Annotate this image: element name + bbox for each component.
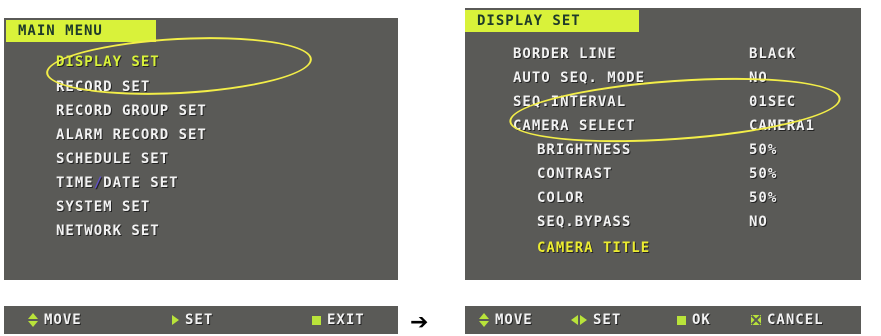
setting-label: CONTRAST xyxy=(537,166,613,182)
up-down-arrow-icon xyxy=(28,313,38,327)
menu-item-time-date-set[interactable]: TIME/DATE SET xyxy=(56,175,179,191)
main-menu-title: MAIN MENU xyxy=(6,20,156,42)
setting-contrast[interactable]: CONTRAST 50% xyxy=(513,164,843,184)
setting-label: SEQ.BYPASS xyxy=(537,214,632,230)
footer-set: SET xyxy=(172,306,213,334)
footer-exit: EXIT xyxy=(312,306,365,334)
footer-move-label: MOVE xyxy=(495,312,533,328)
setting-value: NO xyxy=(749,214,768,230)
menu-item-date-set-label: DATE SET xyxy=(103,175,179,191)
menu-item-network-set[interactable]: NETWORK SET xyxy=(56,223,160,239)
setting-camera-title[interactable]: CAMERA TITLE xyxy=(513,238,843,258)
left-right-arrow-icon xyxy=(571,315,587,325)
footer-cancel: CANCEL xyxy=(751,306,824,334)
setting-value: 50% xyxy=(749,190,778,206)
x-square-icon xyxy=(751,315,761,325)
setting-value: 50% xyxy=(749,166,778,182)
setting-seq-bypass[interactable]: SEQ.BYPASS NO xyxy=(513,212,843,232)
transition-arrow: ➔ xyxy=(410,310,429,335)
setting-border-line[interactable]: BORDER LINE BLACK xyxy=(513,44,843,64)
footer-set-label: SET xyxy=(185,312,214,328)
footer-move: MOVE xyxy=(28,306,82,334)
setting-label: CAMERA TITLE xyxy=(537,240,651,256)
setting-label: AUTO SEQ. MODE xyxy=(513,70,646,86)
setting-seq-interval[interactable]: SEQ.INTERVAL 01SEC xyxy=(513,92,843,112)
menu-item-record-set[interactable]: RECORD SET xyxy=(56,79,150,95)
square-icon xyxy=(677,315,686,325)
menu-item-schedule-set[interactable]: SCHEDULE SET xyxy=(56,151,169,167)
footer-set: SET xyxy=(571,306,621,334)
main-menu-footer: MOVE SET EXIT xyxy=(4,306,398,334)
footer-move-label: MOVE xyxy=(44,312,82,328)
menu-item-system-set[interactable]: SYSTEM SET xyxy=(56,199,150,215)
setting-value: NO xyxy=(749,70,768,86)
footer-cancel-label: CANCEL xyxy=(767,312,824,328)
setting-camera-select[interactable]: CAMERA SELECT CAMERA1 xyxy=(513,116,843,136)
setting-value: 01SEC xyxy=(749,94,797,110)
main-menu-screen: MAIN MENU DISPLAY SET RECORD SET RECORD … xyxy=(4,18,398,280)
setting-label: COLOR xyxy=(537,190,585,206)
menu-item-display-set[interactable]: DISPLAY SET xyxy=(56,54,160,70)
setting-color[interactable]: COLOR 50% xyxy=(513,188,843,208)
setting-label: SEQ.INTERVAL xyxy=(513,94,627,110)
menu-item-record-group-set[interactable]: RECORD GROUP SET xyxy=(56,103,207,119)
menu-item-time-label: TIME xyxy=(56,175,94,191)
setting-value: CAMERA1 xyxy=(749,118,816,134)
menu-item-slash: / xyxy=(93,175,104,191)
footer-move: MOVE xyxy=(479,306,533,334)
menu-item-alarm-record-set[interactable]: ALARM RECORD SET xyxy=(56,127,207,143)
setting-brightness[interactable]: BRIGHTNESS 50% xyxy=(513,140,843,160)
setting-value: BLACK xyxy=(749,46,797,62)
setting-label: BORDER LINE xyxy=(513,46,617,62)
footer-ok-label: OK xyxy=(692,312,711,328)
right-arrow-icon xyxy=(172,315,179,325)
setting-auto-seq-mode[interactable]: AUTO SEQ. MODE NO xyxy=(513,68,843,88)
display-set-title: DISPLAY SET xyxy=(465,10,639,32)
display-set-footer: MOVE SET OK CANCEL xyxy=(465,306,861,334)
footer-set-label: SET xyxy=(593,312,622,328)
display-set-screen: DISPLAY SET BORDER LINE BLACK AUTO SEQ. … xyxy=(465,8,861,280)
setting-value: 50% xyxy=(749,142,778,158)
setting-label: BRIGHTNESS xyxy=(537,142,632,158)
footer-ok: OK xyxy=(677,306,711,334)
setting-label: CAMERA SELECT xyxy=(513,118,636,134)
footer-exit-label: EXIT xyxy=(327,312,365,328)
up-down-arrow-icon xyxy=(479,313,489,327)
square-icon xyxy=(312,315,321,325)
